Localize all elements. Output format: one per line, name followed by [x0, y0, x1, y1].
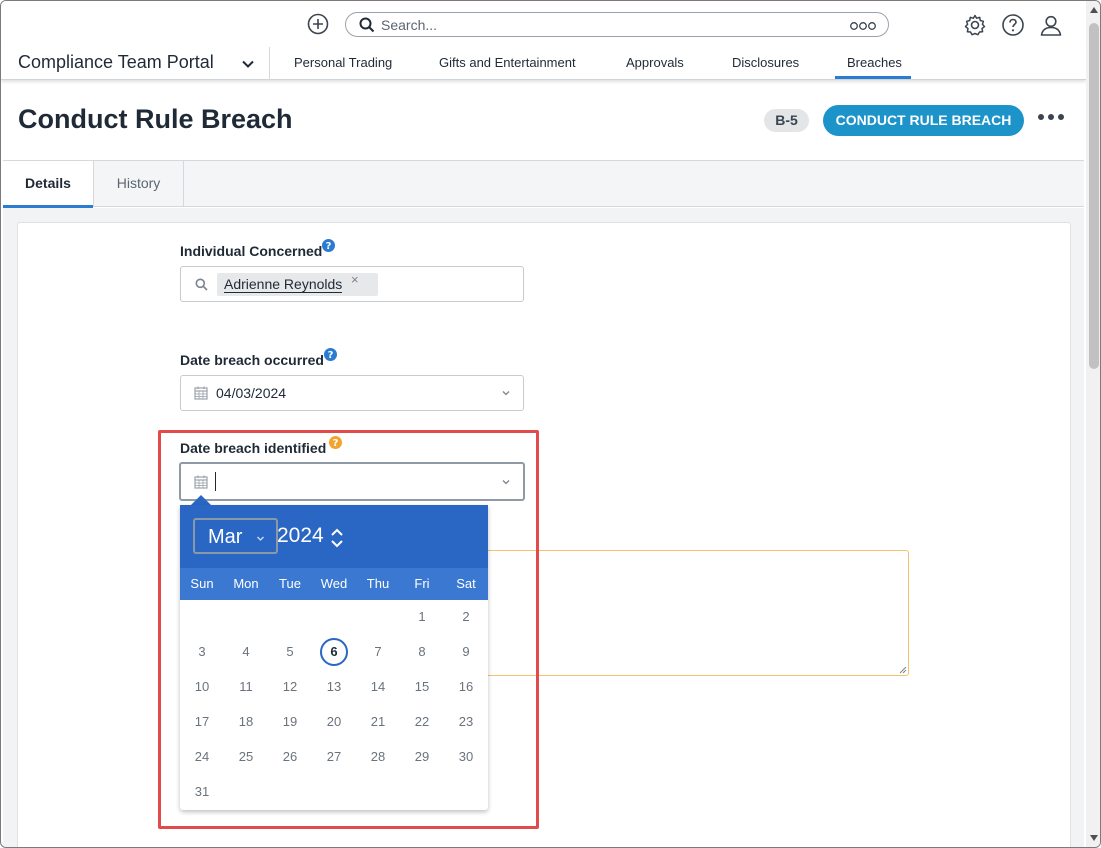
user-icon[interactable]: [1039, 13, 1063, 37]
search-icon: [195, 278, 208, 291]
tab-history[interactable]: History: [94, 161, 184, 207]
remove-chip-icon[interactable]: ×: [351, 272, 359, 287]
svg-text:?: ?: [328, 350, 334, 361]
nav-tab-breaches[interactable]: Breaches: [847, 55, 902, 70]
date-occurred-value: 04/03/2024: [216, 385, 287, 401]
nav-bar: Compliance Team Portal Personal Trading …: [1, 47, 1086, 80]
nav-tab-gifts-and-entertainment[interactable]: Gifts and Entertainment: [439, 55, 576, 70]
page-title: Conduct Rule Breach: [18, 104, 293, 134]
settings-icon[interactable]: [963, 13, 987, 37]
chevron-down-icon: [242, 60, 254, 68]
nav-tab-disclosures[interactable]: Disclosures: [732, 55, 799, 70]
tab-details[interactable]: Details: [3, 161, 94, 208]
resize-handle-icon[interactable]: [899, 666, 907, 674]
scroll-down-icon[interactable]: [1090, 835, 1098, 841]
nav-tab-approvals[interactable]: Approvals: [626, 55, 684, 70]
search-icon: [359, 17, 375, 33]
record-id-badge: B-5: [764, 109, 809, 132]
more-icon[interactable]: [850, 21, 876, 31]
date-occurred-field[interactable]: 04/03/2024: [180, 375, 524, 411]
selected-person-name[interactable]: Adrienne Reynolds: [224, 276, 343, 293]
scroll-thumb[interactable]: [1089, 23, 1099, 369]
nav-active-indicator: [835, 76, 911, 79]
chevron-down-icon: [502, 391, 510, 396]
portal-name: Compliance Team Portal: [18, 52, 214, 72]
highlight-box: [158, 430, 539, 829]
scroll-up-icon[interactable]: [1090, 7, 1098, 13]
svg-text:?: ?: [326, 241, 332, 252]
individual-concerned-field[interactable]: Adrienne Reynolds ×: [180, 266, 524, 302]
individual-concerned-label: Individual Concerned: [180, 243, 323, 259]
tab-bar: Details History: [3, 160, 1084, 208]
add-icon[interactable]: [307, 13, 329, 35]
help-icon[interactable]: [1001, 13, 1025, 37]
search-placeholder: Search...: [381, 17, 438, 33]
top-bar: Search...: [1, 1, 1086, 47]
date-occurred-label: Date breach occurred: [180, 352, 324, 368]
help-icon[interactable]: ?: [322, 239, 335, 252]
conduct-rule-breach-button[interactable]: CONDUCT RULE BREACH: [823, 105, 1024, 136]
search-bar[interactable]: Search...: [345, 12, 889, 37]
help-icon[interactable]: ?: [324, 348, 337, 361]
app-window: Search... Compliance Team Portal Persona…: [0, 0, 1101, 848]
portal-selector[interactable]: Compliance Team Portal: [1, 47, 270, 80]
nav-tab-personal-trading[interactable]: Personal Trading: [294, 55, 392, 70]
calendar-icon: [194, 386, 208, 400]
scrollbar[interactable]: [1086, 1, 1100, 847]
more-options-icon[interactable]: [1037, 111, 1065, 123]
